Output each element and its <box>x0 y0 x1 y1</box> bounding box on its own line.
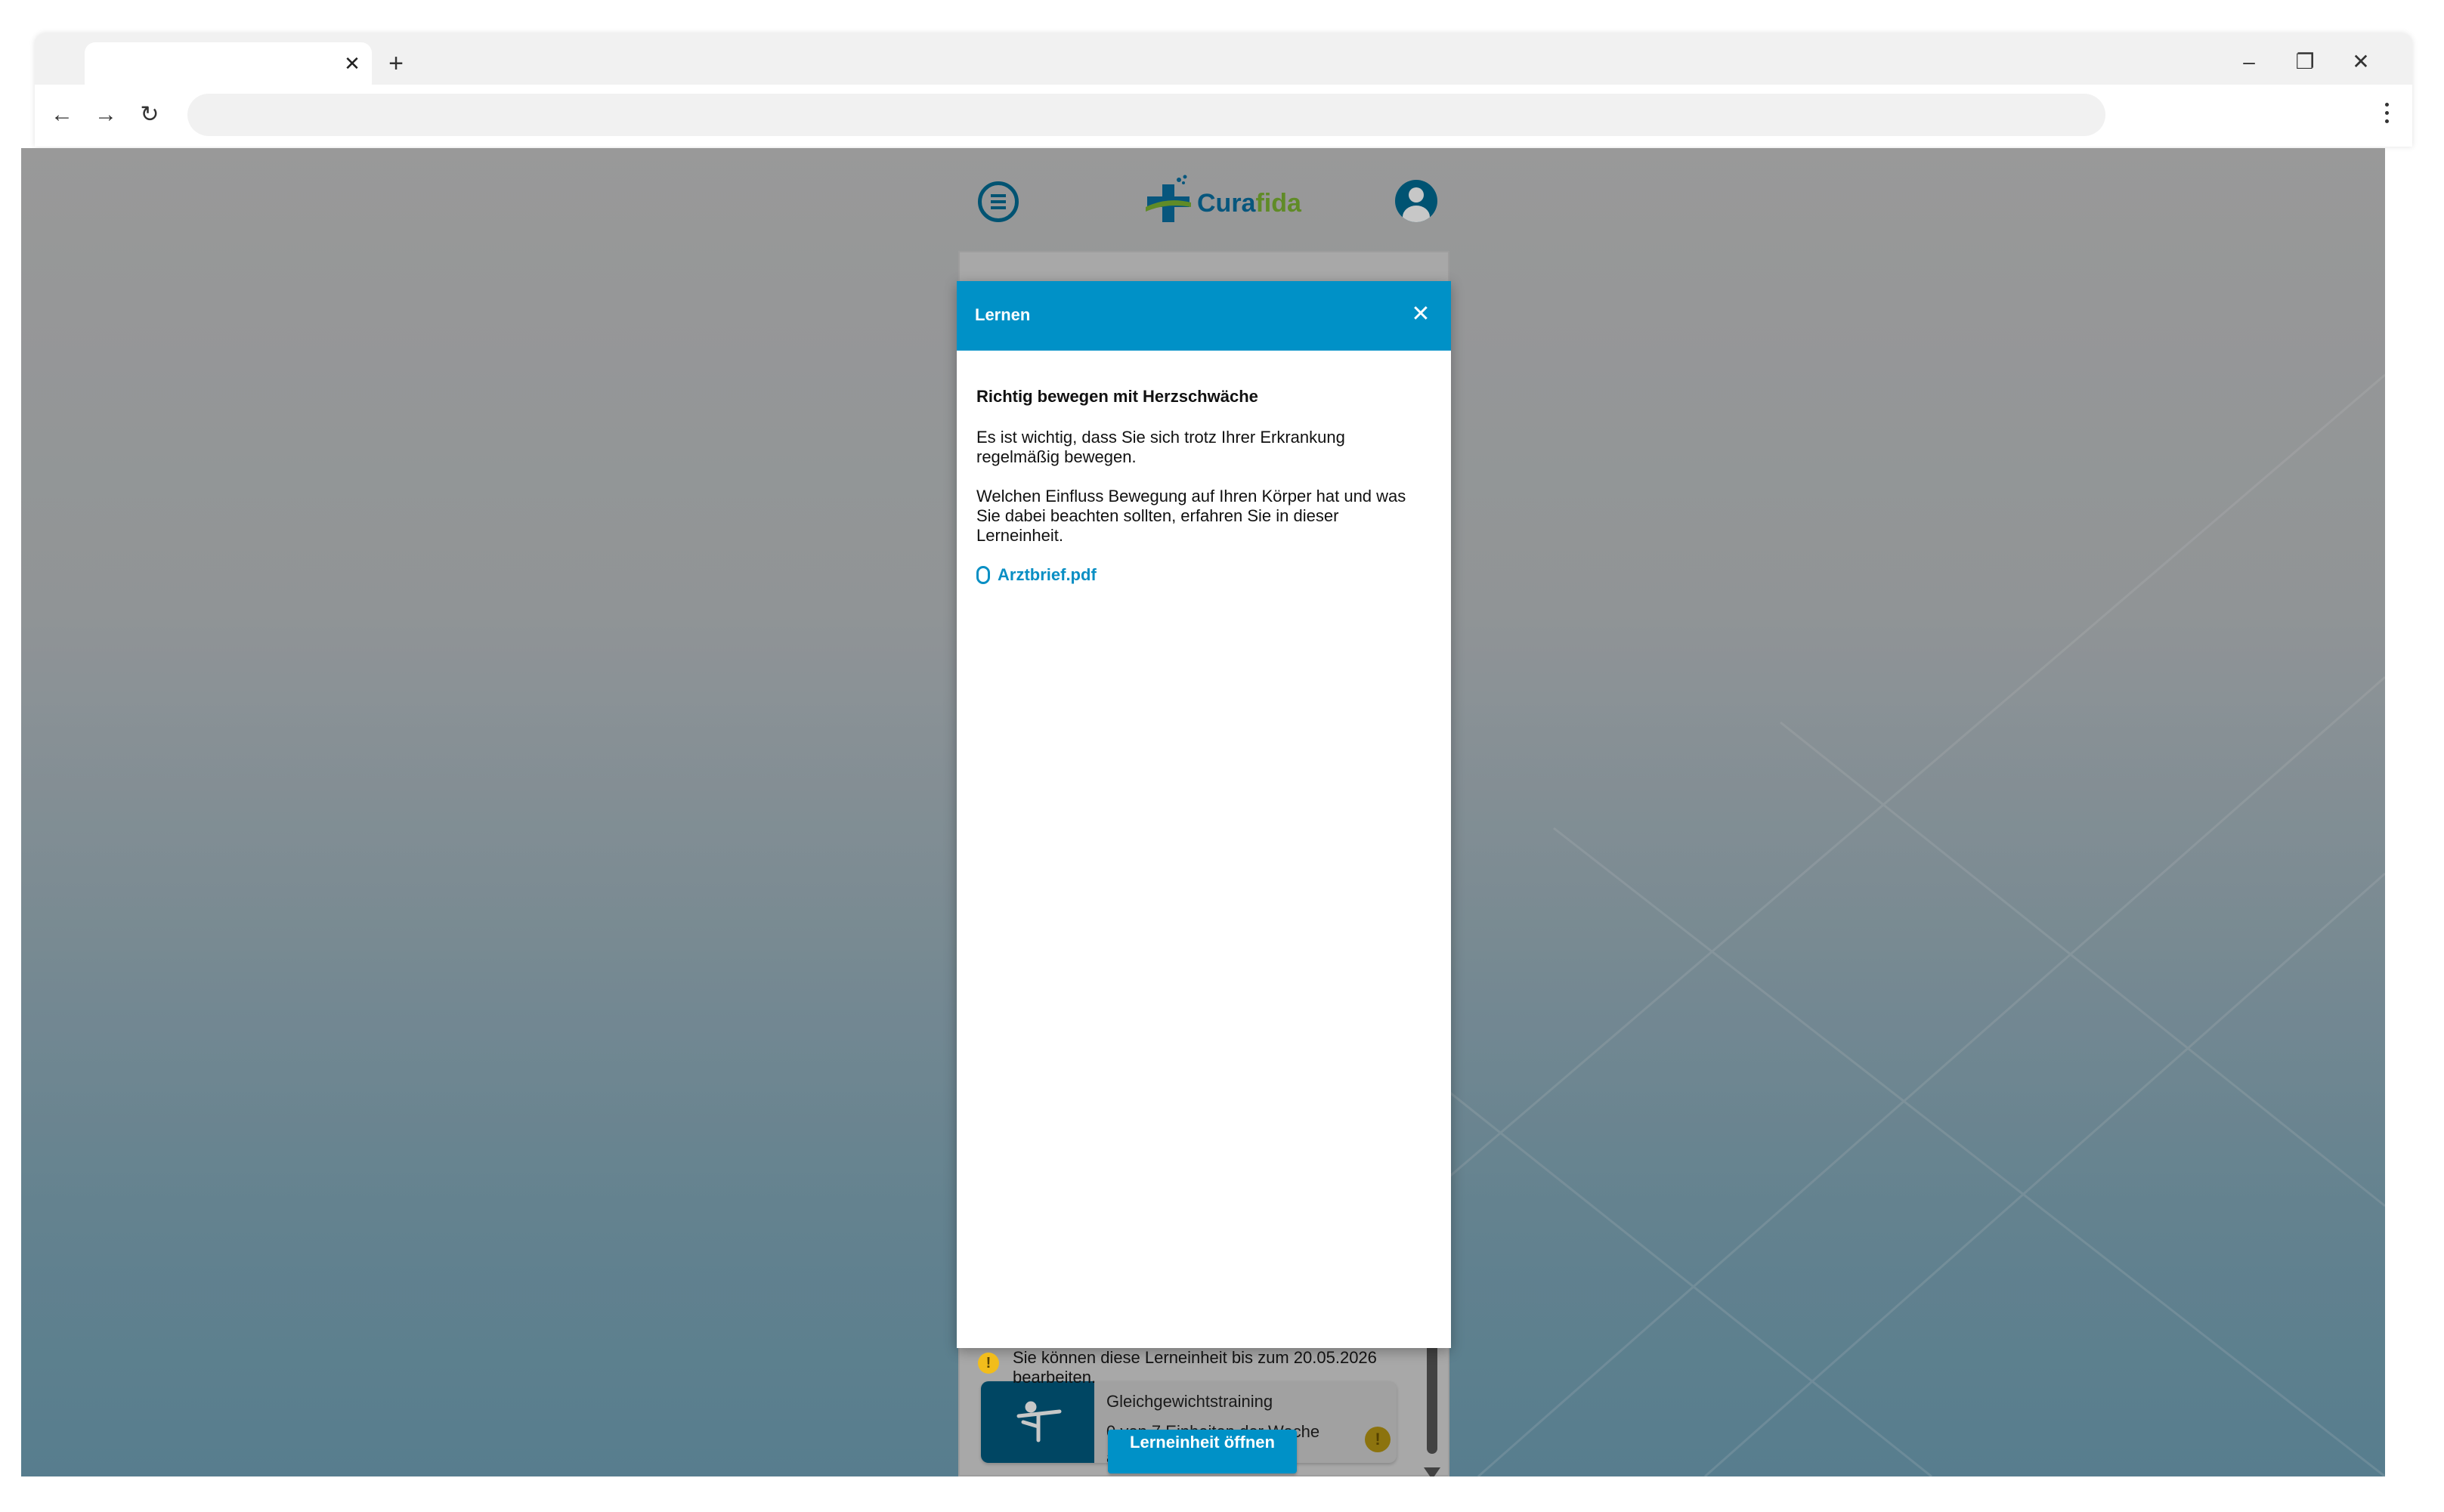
browser-toolbar: ← → ↻ <box>35 85 2412 147</box>
back-arrow-icon[interactable]: ← <box>45 98 79 131</box>
lesson-paragraph-1: Es ist wichtig, dass Sie sich trotz Ihre… <box>976 428 1345 466</box>
close-tab-icon[interactable]: ✕ <box>342 53 363 74</box>
warning-icon: ! <box>978 1353 999 1374</box>
minimize-icon[interactable]: – <box>2234 47 2264 77</box>
lernen-dialog: Lernen ✕ Richtig bewegen mit Herzschwäch… <box>957 281 1451 1473</box>
reload-icon[interactable]: ↻ <box>133 98 166 131</box>
browser-menu-icon[interactable] <box>2377 98 2396 131</box>
page-viewport: Curafida ! <box>21 148 2385 1476</box>
browser-tab[interactable]: ✕ <box>85 42 372 85</box>
lesson-paragraph-2: Welchen Einfluss Bewegung auf Ihren Körp… <box>976 487 1406 545</box>
dialog-header: Lernen ✕ <box>957 281 1451 351</box>
attachment-filename: Arztbrief.pdf <box>998 565 1097 584</box>
attachment-link[interactable]: Arztbrief.pdf <box>976 565 1430 585</box>
deadline-notice-text: Sie können diese Lerneinheit bis zum 20.… <box>1013 1348 1377 1387</box>
address-bar[interactable] <box>187 94 2105 136</box>
restore-icon[interactable]: ❐ <box>2290 47 2320 77</box>
paperclip-icon <box>976 566 990 584</box>
lesson-heading: Richtig bewegen mit Herzschwäche <box>976 387 1258 406</box>
forward-arrow-icon[interactable]: → <box>89 98 122 131</box>
open-lesson-button[interactable]: Lerneinheit öffnen <box>1108 1430 1297 1473</box>
dialog-title: Lernen <box>975 305 1031 324</box>
close-icon[interactable]: ✕ <box>1407 301 1434 328</box>
close-window-icon[interactable]: ✕ <box>2346 47 2376 77</box>
dialog-body: Richtig bewegen mit Herzschwäche Es ist … <box>976 387 1430 585</box>
screen: ✕ + – ❐ ✕ ← → ↻ Curafida Gleichgewichtst… <box>0 0 2444 1512</box>
new-tab-button[interactable]: + <box>381 48 411 79</box>
tab-strip: ✕ + – ❐ ✕ <box>35 33 2412 85</box>
browser-window: ✕ + – ❐ ✕ ← → ↻ <box>35 33 2412 147</box>
